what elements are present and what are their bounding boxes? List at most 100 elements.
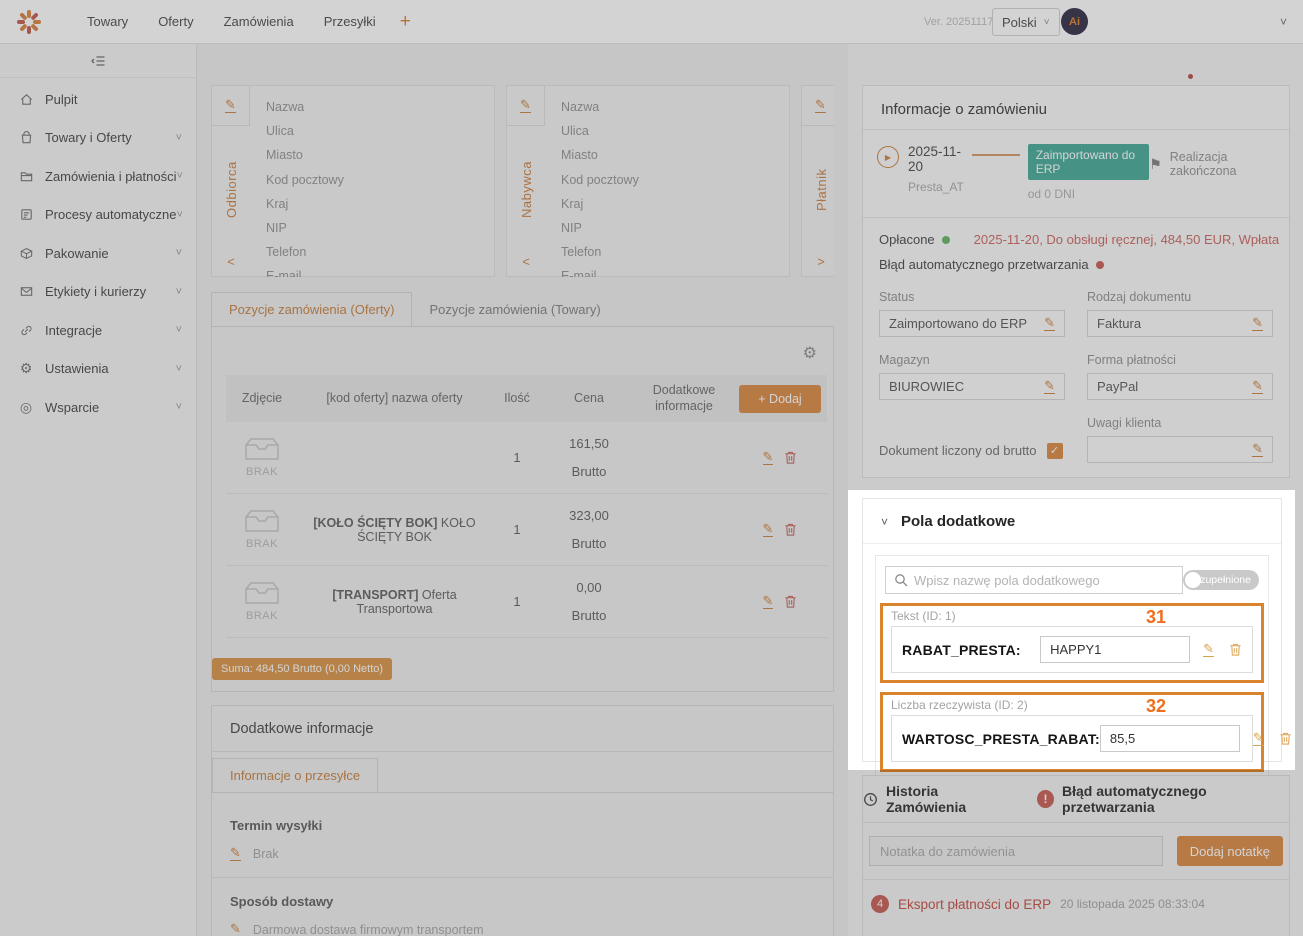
warehouse-field[interactable]: BIUROWIEC ✎ [879,373,1065,400]
avatar[interactable]: Ai [1061,8,1088,35]
custom-field-value-input[interactable] [1040,636,1190,663]
delete-custom-field-icon[interactable] [1229,642,1242,657]
main-content: ✎ Odbiorca ˂ Nazwa Ulica Miasto Kod pocz… [197,44,848,936]
custom-field-value-input[interactable] [1100,725,1240,752]
delete-item-icon[interactable] [784,450,797,465]
item-code: [KOŁO ŚCIĘTY BOK] [313,516,437,530]
filled-only-toggle[interactable]: Uzupełnione [1183,570,1259,590]
edit-custom-field-icon[interactable]: ✎ [1253,731,1264,746]
edit-pencil-icon[interactable]: ✎ [815,98,826,113]
history-entry-timestamp: 20 listopada 2025 08:33:04 [1060,897,1205,911]
order-items-panel: ⚙ Zdjęcie [kod oferty] nazwa oferty Iloś… [211,327,834,692]
edit-pencil-icon[interactable]: ✎ [225,98,236,113]
sidebar-item-etykiety-i-kurierzy[interactable]: Etykiety i kurierzy ˅ [0,273,196,312]
edit-item-icon[interactable]: ✎ [763,450,774,465]
custom-field-search-input[interactable] [914,573,1174,588]
collapse-header-chevron-icon[interactable]: ˅ [1280,15,1287,29]
table-settings-gear-icon[interactable]: ⚙ [803,343,817,363]
folder-icon [18,168,34,184]
order-info-title: Informacje o zamówieniu [863,86,1289,130]
custom-field-name: RABAT_PRESTA: [902,642,1021,658]
edit-delivery-method-icon[interactable]: ✎ [230,922,241,936]
history-entry: 4 Eksport płatności do ERP 20 listopada … [863,880,1289,928]
nav-towary[interactable]: Towary [81,10,134,33]
finish-label: Realizacja zakończona [1170,150,1275,178]
edit-pencil-icon[interactable]: ✎ [1252,442,1263,457]
history-error-title[interactable]: Błąd automatycznego przetwarzania [1062,783,1289,815]
add-note-button[interactable]: Dodaj notatkę [1177,836,1283,866]
chevron-down-icon: ˅ [176,247,182,259]
order-source: Presta_AT [908,180,966,194]
language-selector[interactable]: Polski ˅ [992,8,1060,36]
sidebar-item-pakowanie[interactable]: Pakowanie ˅ [0,234,196,273]
history-title[interactable]: Historia Zamówienia [886,783,1013,815]
delete-item-icon[interactable] [784,594,797,609]
sidebar-item-ustawienia[interactable]: ⚙ Ustawienia ˅ [0,350,196,389]
no-image-placeholder: BRAK [226,581,298,622]
custom-field-row-wartosc-presta-rabat: Liczba rzeczywista (ID: 2) 32 WARTOSC_PR… [880,692,1264,772]
chevron-left-icon[interactable]: ˂ [522,254,530,276]
sidebar-item-integracje[interactable]: Integracje ˅ [0,311,196,350]
edit-item-icon[interactable]: ✎ [763,594,774,609]
item-price: 323,00 [543,509,635,522]
field-label: NIP [266,216,478,240]
sidebar-item-label: Zamówienia i płatności [45,169,177,184]
nav-przesylki[interactable]: Przesyłki [318,10,382,33]
edit-pencil-icon[interactable]: ✎ [1044,316,1055,331]
delete-custom-field-icon[interactable] [1279,731,1292,746]
edit-item-icon[interactable]: ✎ [763,522,774,537]
delete-item-icon[interactable] [784,522,797,537]
add-tab-button[interactable]: + [394,11,417,33]
app-logo-icon[interactable] [15,8,43,36]
doc-type-field[interactable]: Faktura ✎ [1087,310,1273,337]
sidebar-item-procesy-automatyczne[interactable]: Procesy automatyczne ˅ [0,196,196,235]
tab-pozycje-towary[interactable]: Pozycje zamówienia (Towary) [412,292,617,326]
history-entry-badge: 4 [871,895,889,913]
payment-form-field[interactable]: PayPal ✎ [1087,373,1273,400]
add-item-button[interactable]: + Dodaj [739,385,821,413]
client-notes-label: Uwagi klienta [1087,416,1273,430]
payment-section: Opłacone 2025-11-20, Do obsługi ręcznej,… [863,218,1289,276]
custom-field-search[interactable] [885,566,1183,594]
collapse-section-chevron-icon[interactable]: ˅ [881,515,888,529]
nav-oferty[interactable]: Oferty [152,10,199,33]
clock-icon [863,792,878,807]
edit-custom-field-icon[interactable]: ✎ [1203,642,1214,657]
edit-pencil-icon[interactable]: ✎ [1252,379,1263,394]
support-icon: ◎ [18,399,34,415]
col-cena: Cena [543,391,635,407]
sidebar-item-pulpit[interactable]: Pulpit [0,80,196,119]
order-details-page: Towary Oferty Zamówienia Przesyłki + Ver… [0,0,1303,936]
order-items-tabs: Pozycje zamówienia (Oferty) Pozycje zamó… [211,292,834,327]
chevron-right-icon[interactable]: ˃ [817,254,825,276]
edit-shipping-date-icon[interactable]: ✎ [230,846,241,861]
field-label: Kraj [561,192,773,216]
edit-pencil-icon[interactable]: ✎ [1044,379,1055,394]
field-label: Ulica [561,119,773,143]
chevron-down-icon: ˅ [176,401,182,413]
tab-informacje-o-przesylce[interactable]: Informacje o przesyłce [212,758,378,792]
payment-link[interactable]: 2025-11-20, Do obsługi ręcznej, 484,50 E… [974,232,1279,247]
client-notes-field[interactable]: ✎ [1087,436,1273,463]
order-note-input[interactable] [869,836,1163,866]
edit-pencil-icon[interactable]: ✎ [520,98,531,113]
item-price-type: Brutto [543,537,635,550]
edit-pencil-icon[interactable]: ✎ [1252,316,1263,331]
gross-checkbox[interactable]: ✓ [1047,443,1063,459]
history-entry-link[interactable]: Eksport płatności do ERP [898,897,1051,912]
process-list-icon [18,207,34,223]
chevron-left-icon[interactable]: ˂ [227,254,235,276]
custom-field-row-rabat-presta: Tekst (ID: 1) 31 RABAT_PRESTA: ✎ [880,603,1264,683]
sidebar-item-wsparcie[interactable]: ◎ Wsparcie ˅ [0,388,196,427]
sidebar-item-label: Ustawienia [45,361,176,376]
field-label: Nazwa [266,95,478,119]
sidebar-item-towary-i-oferty[interactable]: Towary i Oferty ˅ [0,119,196,158]
address-field-labels: Nazwa Ulica Miasto Kod pocztowy Kraj NIP… [250,86,494,276]
sidebar-item-zamowienia-i-platnosci[interactable]: Zamówienia i płatności ˅ [0,157,196,196]
col-nazwa: [kod oferty] nazwa oferty [298,391,491,407]
status-field[interactable]: Zaimportowano do ERP ✎ [879,310,1065,337]
nav-zamowienia[interactable]: Zamówienia [218,10,300,33]
sidebar-collapse-button[interactable] [0,44,196,78]
tab-pozycje-oferty[interactable]: Pozycje zamówienia (Oferty) [211,292,412,326]
additional-info-panel: Dodatkowe informacje Informacje o przesy… [211,705,834,936]
